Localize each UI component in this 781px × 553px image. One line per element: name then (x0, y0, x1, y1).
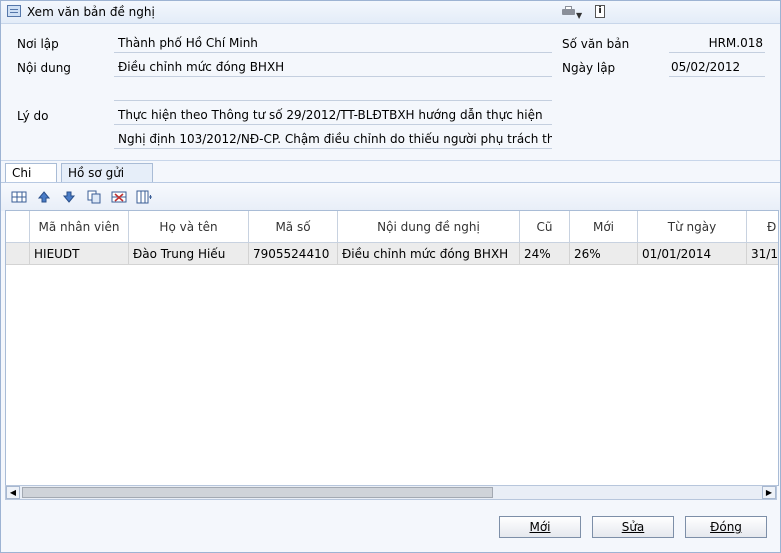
column-header[interactable]: Mã số (249, 211, 338, 243)
column-header[interactable]: Nội dung đề nghị (338, 211, 520, 243)
info-icon[interactable]: i (595, 5, 605, 18)
tab-chi-tiet[interactable]: Chi tiết (5, 163, 57, 198)
edit-button-label: Sửa (621, 520, 645, 534)
ly-do-field-line2[interactable]: Nghị định 103/2012/NĐ-CP. Chậm điều chỉn… (114, 131, 552, 149)
detail-table: Mã nhân viên Họ và tên Mã số Nội dung đề… (5, 210, 779, 486)
scrollbar-thumb[interactable] (22, 487, 493, 498)
table-cell[interactable]: Điều chỉnh mức đóng BHXH (338, 243, 520, 265)
table-cell[interactable]: HIEUDT (30, 243, 129, 265)
table-cell[interactable]: Đào Trung Hiếu (129, 243, 249, 265)
noi-dung-field[interactable]: Điều chỉnh mức đóng BHXH (114, 59, 552, 77)
table-cell[interactable]: 31/1 (747, 243, 778, 265)
column-header[interactable]: Mới (570, 211, 638, 243)
delete-row-icon[interactable] (111, 189, 127, 205)
copy-icon[interactable] (86, 189, 102, 205)
noi-dung-label: Nội dung (17, 61, 71, 75)
move-up-icon[interactable] (36, 189, 52, 205)
column-header[interactable]: Họ và tên (129, 211, 249, 243)
ngay-lap-field[interactable]: 05/02/2012 (669, 59, 765, 77)
move-down-icon[interactable] (61, 189, 77, 205)
insert-row-icon[interactable] (11, 189, 27, 205)
new-button[interactable]: Mới (499, 516, 581, 538)
column-chooser-icon[interactable] (136, 189, 152, 205)
column-header[interactable]: Mã nhân viên (30, 211, 129, 243)
table-cell[interactable]: 7905524410 (249, 243, 338, 265)
ly-do-field-line1[interactable]: Thực hiện theo Thông tư số 29/2012/TT-BL… (114, 107, 552, 125)
close-button-label: Đóng (710, 520, 742, 534)
title-bar: Xem văn bản đề nghị ▼ i (1, 1, 780, 24)
ngay-lap-label: Ngày lập (562, 61, 616, 75)
scroll-right-icon[interactable]: ▶ (762, 486, 776, 499)
tab-ho-so-gui-kem[interactable]: Hồ sơ gửi kèm (61, 163, 153, 198)
row-header-corner (6, 211, 30, 243)
noi-dung-extra-field[interactable] (114, 83, 552, 101)
column-header[interactable]: Đ (747, 211, 778, 243)
grid-toolbar (1, 182, 780, 211)
new-button-label: Mới (529, 520, 551, 534)
printer-icon[interactable]: ▼ (562, 6, 582, 20)
column-header[interactable]: Cũ (520, 211, 570, 243)
column-header[interactable]: Từ ngày (638, 211, 747, 243)
dialog-window: Xem văn bản đề nghị ▼ i Nơi lập Thành ph… (0, 0, 781, 553)
row-selector[interactable] (6, 243, 30, 265)
table-cell[interactable]: 01/01/2014 (638, 243, 747, 265)
so-van-ban-field[interactable]: HRM.018 (669, 35, 765, 53)
document-list-icon (7, 5, 21, 17)
close-button[interactable]: Đóng (685, 516, 767, 538)
window-title: Xem văn bản đề nghị (27, 5, 155, 19)
edit-button[interactable]: Sửa (592, 516, 674, 538)
table-cell[interactable]: 26% (570, 243, 638, 265)
ly-do-label: Lý do (17, 109, 49, 123)
so-van-ban-label: Số văn bản (562, 37, 630, 51)
table-cell[interactable]: 24% (520, 243, 570, 265)
noi-lap-field[interactable]: Thành phố Hồ Chí Minh (114, 35, 552, 53)
tab-strip: Chi tiết Hồ sơ gửi kèm (1, 160, 780, 198)
horizontal-scrollbar[interactable]: ◀ ▶ (5, 485, 777, 500)
scroll-left-icon[interactable]: ◀ (6, 486, 20, 499)
noi-lap-label: Nơi lập (17, 37, 59, 51)
